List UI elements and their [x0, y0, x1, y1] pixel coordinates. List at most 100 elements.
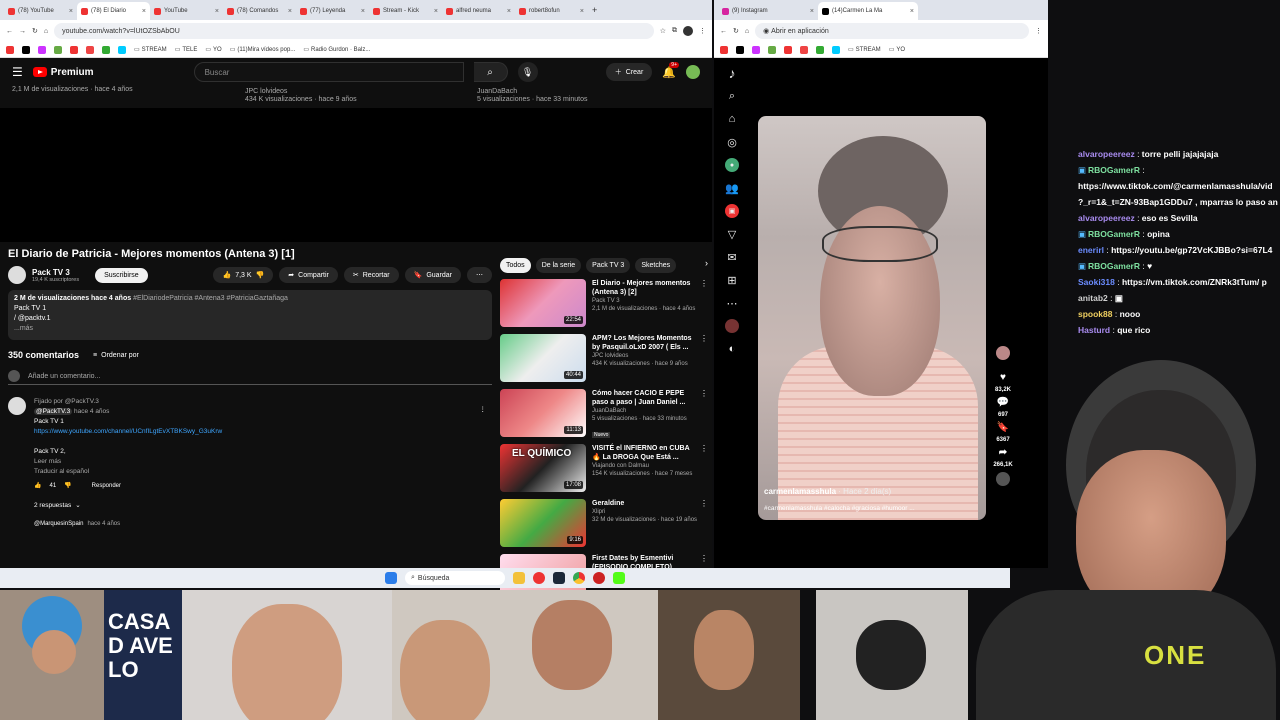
chat-username[interactable]: enerirl: [1078, 245, 1104, 255]
close-icon[interactable]: ×: [69, 8, 73, 15]
bookmark-folder[interactable]: ▭ (11)Mira vídeos pop...: [230, 46, 296, 54]
bookmark-icon[interactable]: [768, 45, 776, 54]
sort-button[interactable]: ≡ Ordenar por: [93, 352, 139, 359]
bookmark-icon[interactable]: [86, 45, 94, 54]
record-icon[interactable]: [533, 572, 545, 584]
desc-handle-link[interactable]: / @packtv.1: [14, 314, 486, 324]
avatar[interactable]: [686, 65, 700, 79]
youtube-logo[interactable]: Premium: [32, 67, 94, 78]
close-icon[interactable]: ×: [361, 8, 365, 15]
menu-icon[interactable]: ⋮: [699, 27, 706, 35]
tab-6[interactable]: alfred neuma ×: [442, 2, 515, 20]
video-thumbnail[interactable]: 11:13: [500, 389, 586, 437]
chat-username[interactable]: RBOGamerR: [1088, 261, 1140, 271]
inbox-icon[interactable]: ▽: [725, 227, 739, 241]
video-title[interactable]: El Diario - Mejores momentos (Antena 3) …: [592, 279, 698, 297]
video-menu-icon[interactable]: ⋮: [700, 499, 708, 508]
messages-icon[interactable]: ✉: [725, 250, 739, 264]
search-input[interactable]: Buscar: [193, 62, 464, 82]
channel-name[interactable]: Pack TV 3: [32, 268, 79, 277]
tiktok-video[interactable]: carmenlamasshula · Hace 2 día(s) #carmen…: [758, 116, 986, 520]
recommended-video[interactable]: 22:54 El Diario - Mejores momentos (Anten…: [500, 279, 708, 331]
home-icon[interactable]: ⌂: [725, 112, 739, 126]
chevron-right-icon[interactable]: ›: [705, 258, 708, 273]
coins-icon[interactable]: ◐: [725, 342, 739, 356]
close-icon[interactable]: ×: [288, 8, 292, 15]
chat-username[interactable]: Saoki318: [1078, 277, 1115, 287]
profile-icon[interactable]: [683, 26, 693, 36]
tab-0[interactable]: (78) YouTube ×: [4, 2, 77, 20]
comment-author[interactable]: @MarquesinSpain: [34, 521, 83, 527]
desc-more[interactable]: ...más: [14, 324, 486, 334]
bookmark-icon[interactable]: [102, 45, 110, 54]
translate-link[interactable]: Traducir al español: [34, 467, 222, 477]
following-avatar-icon[interactable]: ●: [725, 158, 739, 172]
home-icon[interactable]: ⌂: [44, 28, 48, 35]
desc-tags[interactable]: #ElDiariodePatricia #Antena3 #PatriciaGa…: [133, 295, 288, 302]
tab-instagram[interactable]: (9) Instagram ×: [718, 2, 818, 20]
thumbs-down-icon[interactable]: 👎: [256, 271, 265, 279]
replies-toggle[interactable]: 2 respuestas ⌄: [34, 501, 222, 511]
thumbs-down-icon[interactable]: 👎: [64, 481, 71, 491]
search-icon[interactable]: ⌕: [725, 89, 739, 103]
open-app-label[interactable]: Abrir en aplicación: [771, 28, 829, 35]
channel-name[interactable]: JPC lolvideos: [592, 352, 698, 360]
bookmark-folder[interactable]: ▭ Radio Gurdon · Balz...: [303, 46, 370, 54]
tab-1[interactable]: (78) El Diario ×: [77, 2, 150, 20]
bookmark-folder[interactable]: ▭ STREAM: [848, 46, 881, 54]
bookmark-icon[interactable]: [752, 45, 760, 54]
bookmark-icon[interactable]: [832, 45, 840, 54]
tab-7[interactable]: robert8ofun ×: [515, 2, 588, 20]
menu-icon[interactable]: ⋮: [1035, 27, 1042, 35]
video-menu-icon[interactable]: ⋮: [700, 279, 708, 288]
tiktok-logo-icon[interactable]: ♪: [725, 65, 739, 81]
close-icon[interactable]: ×: [434, 8, 438, 15]
video-menu-icon[interactable]: ⋮: [700, 554, 708, 563]
mic-icon[interactable]: 🎙: [517, 62, 538, 82]
upload-icon[interactable]: ⊞: [725, 273, 739, 287]
chat-username[interactable]: RBOGamerR: [1088, 229, 1140, 239]
channel-name[interactable]: Viajando con Dalmau: [592, 462, 698, 470]
channel-avatar[interactable]: [8, 266, 26, 284]
live-icon[interactable]: ▣: [725, 204, 739, 218]
bookmark-folder[interactable]: ▭ STREAM: [134, 46, 167, 54]
clip-button[interactable]: ✂ Recortar: [343, 267, 399, 283]
add-comment[interactable]: Añade un comentario...: [8, 370, 492, 385]
tab-5[interactable]: Stream - Kick ×: [369, 2, 442, 20]
bookmark-icon[interactable]: [118, 45, 126, 54]
notifications-icon[interactable]: 🔔 9+: [662, 61, 679, 79]
video-title[interactable]: Cómo hacer CACIO E PEPE paso a paso | Ju…: [592, 389, 698, 407]
video-menu-icon[interactable]: ⋮: [700, 389, 708, 398]
explore-icon[interactable]: ◎: [725, 135, 739, 149]
chip-0[interactable]: Todos: [500, 258, 531, 273]
reply-button[interactable]: Responder: [92, 481, 121, 491]
back-icon[interactable]: ←: [6, 28, 13, 35]
tab-tiktok[interactable]: (14)Carmen La Ma ×: [818, 2, 918, 20]
app-icon[interactable]: [593, 572, 605, 584]
channel-name[interactable]: JuanDaBach: [592, 407, 698, 415]
chip-3[interactable]: Sketches: [635, 258, 677, 273]
save-button[interactable]: 🔖 Guardar: [404, 267, 461, 283]
more-actions-button[interactable]: ⋯: [467, 267, 492, 283]
read-more[interactable]: Leer más: [34, 457, 222, 467]
create-button[interactable]: ＋ Crear: [605, 63, 653, 81]
tab-4[interactable]: (77) Leyenda ×: [296, 2, 369, 20]
recommended-video[interactable]: 9:16 Geraldine Xlipri 32 M de visualizacion…: [500, 499, 708, 551]
bookmark-icon[interactable]: [54, 45, 62, 54]
comment-author[interactable]: @PackTV.3: [34, 408, 73, 415]
chrome-icon[interactable]: [573, 572, 585, 584]
chat-username[interactable]: RBOGamerR: [1088, 165, 1140, 175]
chip-1[interactable]: De la serie: [535, 258, 582, 273]
video-caption[interactable]: #carmenlamasshula #calocha #graciosa #hu…: [764, 505, 915, 512]
chip-2[interactable]: Pack TV 3: [586, 258, 631, 273]
video-thumbnail[interactable]: 22:54: [500, 279, 586, 327]
bookmark-icon[interactable]: [784, 45, 792, 54]
chat-username[interactable]: alvaropeereez: [1078, 149, 1135, 159]
reload-icon[interactable]: ↻: [733, 27, 739, 35]
close-icon[interactable]: ×: [580, 8, 584, 15]
video-menu-icon[interactable]: ⋮: [700, 334, 708, 343]
star-icon[interactable]: ☆: [660, 27, 666, 35]
video-author[interactable]: carmenlamasshula · Hace 2 día(s): [764, 487, 891, 496]
taskbar-search[interactable]: ⌕ Búsqueda: [405, 571, 505, 585]
kick-icon[interactable]: [613, 572, 625, 584]
